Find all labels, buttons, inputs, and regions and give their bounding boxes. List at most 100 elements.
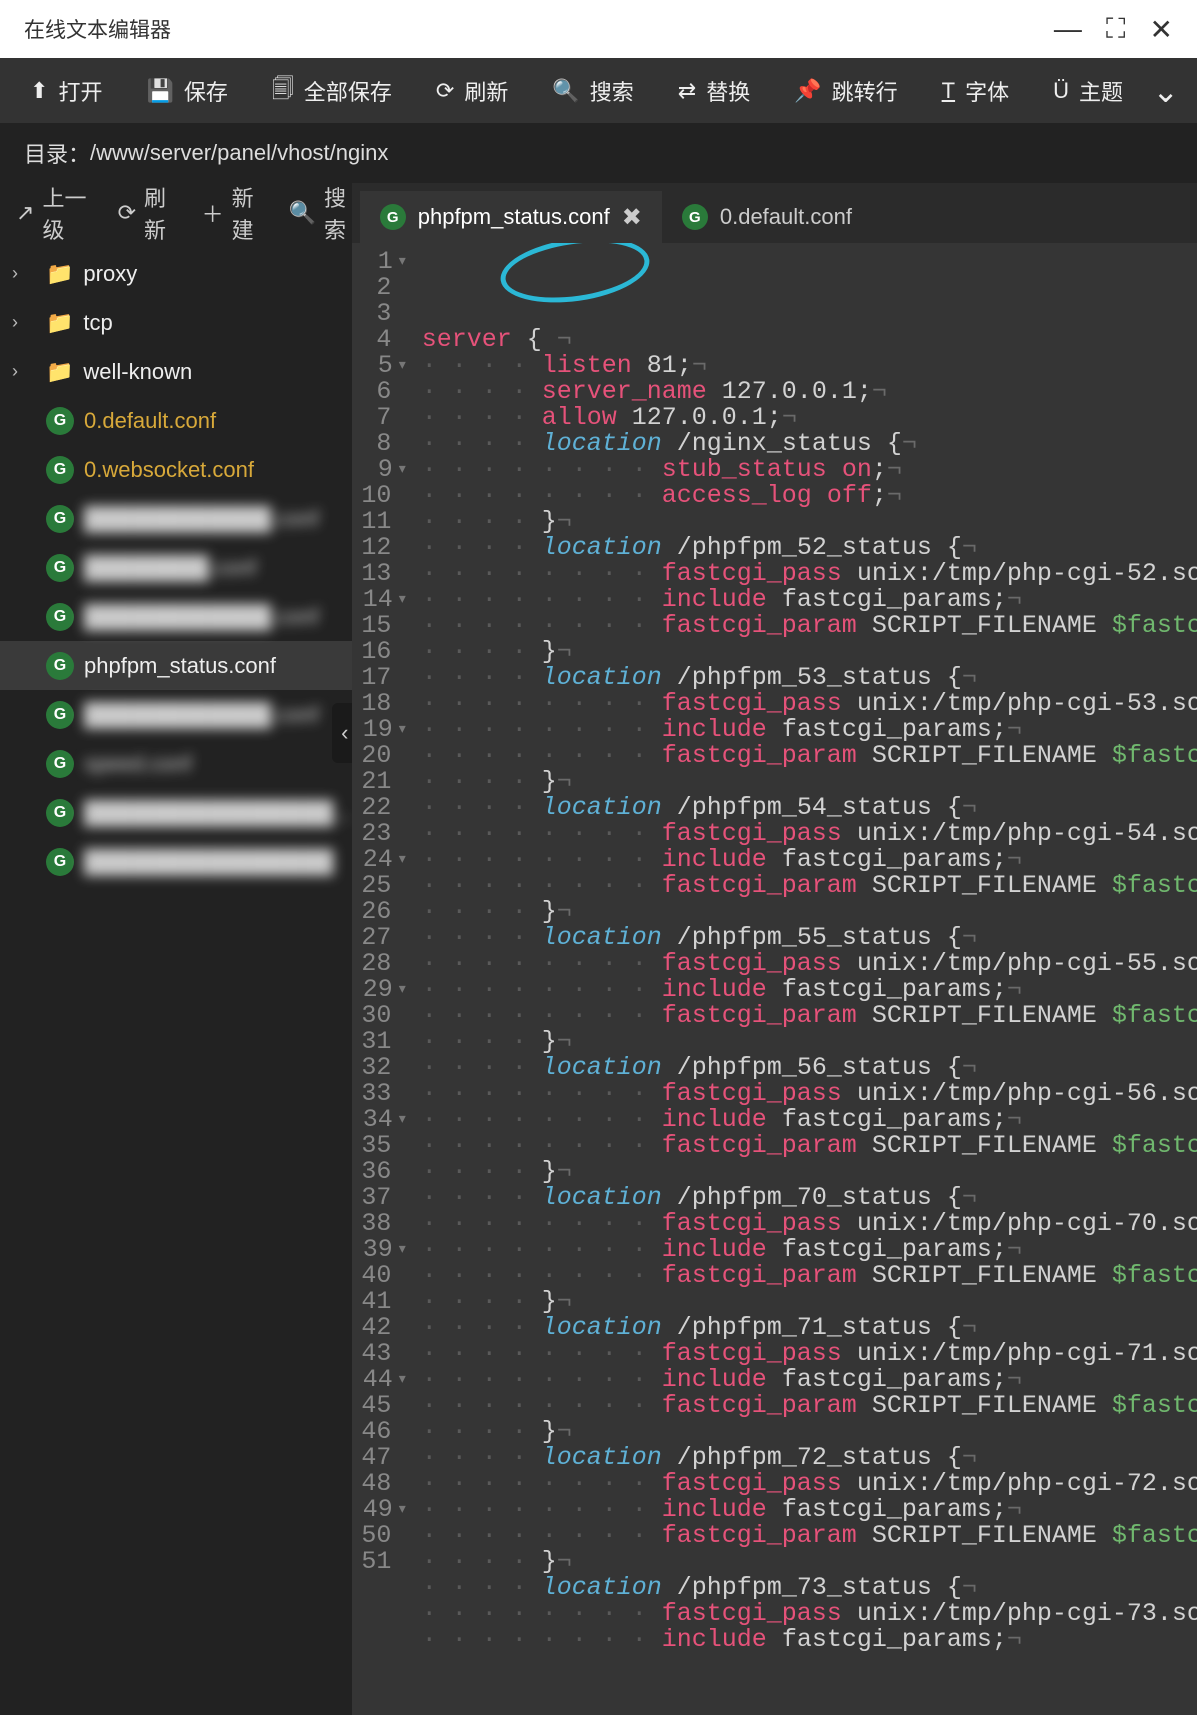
- code-line[interactable]: · · · · · · · · fastcgi_param SCRIPT_FIL…: [422, 1003, 1197, 1029]
- goto-button[interactable]: 📌跳转行: [772, 58, 919, 123]
- side-search-button[interactable]: 🔍搜索: [289, 181, 352, 245]
- line-number[interactable]: 49▾: [352, 1497, 406, 1523]
- line-number[interactable]: 47: [352, 1445, 406, 1471]
- code-line[interactable]: · · · · }¬: [422, 509, 1197, 535]
- code-line[interactable]: · · · · }¬: [422, 899, 1197, 925]
- code-line[interactable]: · · · · · · · · fastcgi_param SCRIPT_FIL…: [422, 873, 1197, 899]
- line-number[interactable]: 17: [352, 665, 406, 691]
- editor-tab[interactable]: G0.default.conf: [662, 191, 872, 243]
- file-item[interactable]: G████████████.conf: [0, 690, 352, 739]
- code-line[interactable]: · · · · · · · · include fastcgi_params;¬: [422, 1237, 1197, 1263]
- line-number[interactable]: 28: [352, 951, 406, 977]
- line-number[interactable]: 39▾: [352, 1237, 406, 1263]
- fold-icon[interactable]: ▾: [399, 587, 406, 613]
- line-number[interactable]: 23: [352, 821, 406, 847]
- folder-item[interactable]: ›📁tcp: [0, 298, 352, 347]
- fold-icon[interactable]: ▾: [399, 977, 406, 1003]
- line-number[interactable]: 19▾: [352, 717, 406, 743]
- line-number[interactable]: 38: [352, 1211, 406, 1237]
- line-number[interactable]: 14▾: [352, 587, 406, 613]
- search-button[interactable]: 🔍搜索: [530, 58, 655, 123]
- code-line[interactable]: · · · · · · · · include fastcgi_params;¬: [422, 587, 1197, 613]
- line-number[interactable]: 4: [352, 327, 406, 353]
- file-item[interactable]: G████████████████: [0, 837, 352, 886]
- code-line[interactable]: · · · · }¬: [422, 1159, 1197, 1185]
- minimize-icon[interactable]: —: [1054, 13, 1082, 46]
- file-item[interactable]: Gspeed.conf: [0, 739, 352, 788]
- code-editor[interactable]: server { ¬· · · · listen 81;¬· · · · ser…: [414, 243, 1197, 1715]
- line-gutter[interactable]: 1▾2 3 4 5▾6 7 8 9▾10 11 12 13 14▾15 16 1…: [352, 243, 414, 1715]
- line-number[interactable]: 3: [352, 301, 406, 327]
- saveall-button[interactable]: 🗐全部保存: [250, 58, 414, 123]
- code-line[interactable]: · · · · · · · · fastcgi_pass unix:/tmp/p…: [422, 1081, 1197, 1107]
- fold-icon[interactable]: ▾: [399, 1107, 406, 1133]
- line-number[interactable]: 26: [352, 899, 406, 925]
- code-line[interactable]: · · · · location /phpfpm_56_status {¬: [422, 1055, 1197, 1081]
- close-tab-icon[interactable]: ✖: [622, 203, 642, 232]
- code-line[interactable]: · · · · listen 81;¬: [422, 353, 1197, 379]
- line-number[interactable]: 32: [352, 1055, 406, 1081]
- code-line[interactable]: server { ¬: [422, 327, 1197, 353]
- path-value[interactable]: /www/server/panel/vhost/nginx: [90, 140, 388, 166]
- fold-icon[interactable]: ▾: [399, 847, 406, 873]
- fold-icon[interactable]: ▾: [399, 249, 406, 275]
- code-line[interactable]: · · · · · · · · fastcgi_param SCRIPT_FIL…: [422, 743, 1197, 769]
- folder-item[interactable]: ›📁proxy: [0, 249, 352, 298]
- line-number[interactable]: 5▾: [352, 353, 406, 379]
- expand-toolbar-icon[interactable]: ⌄: [1152, 72, 1197, 110]
- code-line[interactable]: · · · · }¬: [422, 1549, 1197, 1575]
- theme-button[interactable]: Ü主题: [1031, 58, 1145, 123]
- line-number[interactable]: 25: [352, 873, 406, 899]
- code-line[interactable]: · · · · · · · · fastcgi_pass unix:/tmp/p…: [422, 951, 1197, 977]
- code-line[interactable]: · · · · · · · · include fastcgi_params;¬: [422, 1107, 1197, 1133]
- line-number[interactable]: 10: [352, 483, 406, 509]
- code-line[interactable]: · · · · · · · · fastcgi_pass unix:/tmp/p…: [422, 1471, 1197, 1497]
- line-number[interactable]: 46: [352, 1419, 406, 1445]
- code-line[interactable]: · · · · location /nginx_status {¬: [422, 431, 1197, 457]
- open-button[interactable]: ⬆打开: [8, 58, 124, 123]
- line-number[interactable]: 30: [352, 1003, 406, 1029]
- code-line[interactable]: · · · · }¬: [422, 1289, 1197, 1315]
- code-line[interactable]: · · · · · · · · include fastcgi_params;¬: [422, 847, 1197, 873]
- code-line[interactable]: · · · · · · · · access_log off;¬: [422, 483, 1197, 509]
- new-button[interactable]: ＋新建: [202, 181, 261, 245]
- line-number[interactable]: 27: [352, 925, 406, 951]
- line-number[interactable]: 35: [352, 1133, 406, 1159]
- line-number[interactable]: 7: [352, 405, 406, 431]
- save-button[interactable]: 💾保存: [124, 58, 249, 123]
- code-line[interactable]: · · · · · · · · include fastcgi_params;¬: [422, 1627, 1197, 1653]
- line-number[interactable]: 33: [352, 1081, 406, 1107]
- code-line[interactable]: · · · · location /phpfpm_53_status {¬: [422, 665, 1197, 691]
- line-number[interactable]: 40: [352, 1263, 406, 1289]
- code-line[interactable]: · · · · location /phpfpm_54_status {¬: [422, 795, 1197, 821]
- line-number[interactable]: 22: [352, 795, 406, 821]
- line-number[interactable]: 8: [352, 431, 406, 457]
- editor-tab[interactable]: Gphpfpm_status.conf✖: [360, 191, 662, 243]
- fold-icon[interactable]: ▾: [399, 457, 406, 483]
- code-line[interactable]: · · · · server_name 127.0.0.1;¬: [422, 379, 1197, 405]
- line-number[interactable]: 36: [352, 1159, 406, 1185]
- close-icon[interactable]: ✕: [1150, 13, 1173, 46]
- code-line[interactable]: · · · · location /phpfpm_73_status {¬: [422, 1575, 1197, 1601]
- line-number[interactable]: 48: [352, 1471, 406, 1497]
- font-button[interactable]: T字体: [920, 58, 1031, 123]
- line-number[interactable]: 9▾: [352, 457, 406, 483]
- code-line[interactable]: · · · · · · · · include fastcgi_params;¬: [422, 1497, 1197, 1523]
- line-number[interactable]: 20: [352, 743, 406, 769]
- file-item[interactable]: G████████.conf: [0, 543, 352, 592]
- code-line[interactable]: · · · · allow 127.0.0.1;¬: [422, 405, 1197, 431]
- code-line[interactable]: · · · · · · · · fastcgi_param SCRIPT_FIL…: [422, 1523, 1197, 1549]
- code-line[interactable]: · · · · · · · · fastcgi_pass unix:/tmp/p…: [422, 1341, 1197, 1367]
- folder-item[interactable]: ›📁well-known: [0, 347, 352, 396]
- line-number[interactable]: 18: [352, 691, 406, 717]
- code-line[interactable]: · · · · · · · · fastcgi_param SCRIPT_FIL…: [422, 1263, 1197, 1289]
- code-line[interactable]: · · · · · · · · include fastcgi_params;¬: [422, 1367, 1197, 1393]
- code-line[interactable]: · · · · }¬: [422, 769, 1197, 795]
- file-item[interactable]: G████████████.conf: [0, 494, 352, 543]
- code-line[interactable]: · · · · · · · · fastcgi_param SCRIPT_FIL…: [422, 613, 1197, 639]
- code-line[interactable]: · · · · }¬: [422, 639, 1197, 665]
- file-item[interactable]: Gphpfpm_status.conf: [0, 641, 352, 690]
- up-level-button[interactable]: ↗上一级: [16, 181, 90, 245]
- code-line[interactable]: · · · · · · · · fastcgi_pass unix:/tmp/p…: [422, 1601, 1197, 1627]
- refresh-button[interactable]: ⟳刷新: [414, 58, 530, 123]
